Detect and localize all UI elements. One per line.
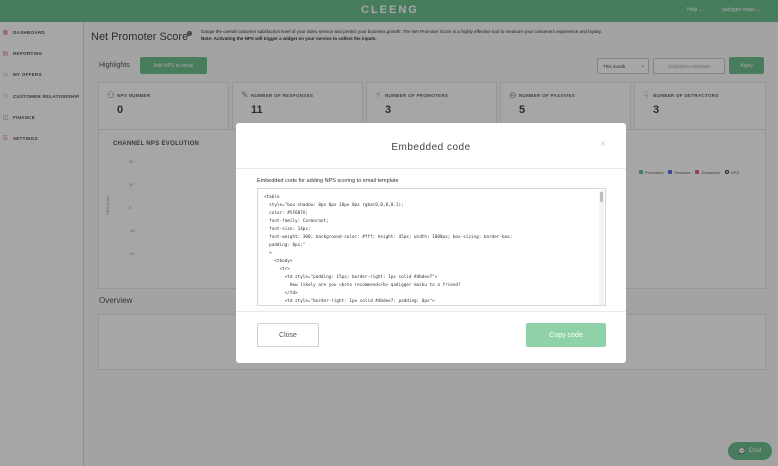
copy-code-button[interactable]: Copy code [526, 323, 606, 347]
code-line: <table [264, 195, 280, 200]
modal-title: Embedded code [391, 142, 471, 153]
code-line: <td style="padding: 15px; border-right: … [264, 275, 438, 280]
divider [236, 311, 626, 312]
code-line: <tr> [264, 267, 290, 272]
code-line: font-weight: 300; background-color: #fff… [264, 235, 513, 240]
divider [236, 168, 626, 169]
code-line: font-size: 14px; [264, 227, 311, 232]
code-line: How likely are you <b>to recommend</b> q… [264, 283, 461, 288]
code-line: <td style="border-right: 1px solid #dbde… [264, 299, 435, 304]
close-icon[interactable]: × [600, 139, 606, 150]
code-line: > [264, 251, 272, 256]
code-line: color: #5F6B7A; [264, 211, 308, 216]
close-button[interactable]: Close [257, 323, 319, 347]
code-line: </td> [264, 291, 298, 296]
scrollbar-thumb[interactable] [600, 192, 603, 202]
embedded-code-modal: Embedded code × Embedded code for adding… [236, 123, 626, 363]
modal-description: Embedded code for adding NPS scoring to … [257, 178, 399, 184]
code-line: font-family: Cormorant; [264, 219, 329, 224]
scrollbar-track[interactable] [599, 190, 604, 305]
embedded-code-textarea[interactable]: <table style="box-shadow: 0px 0px 10px 0… [257, 188, 606, 306]
code-line: style="box-shadow: 0px 0px 10px 0px rgba… [264, 203, 404, 208]
code-line: padding: 0px;" [264, 243, 306, 248]
code-line: <tbody> [264, 259, 293, 264]
